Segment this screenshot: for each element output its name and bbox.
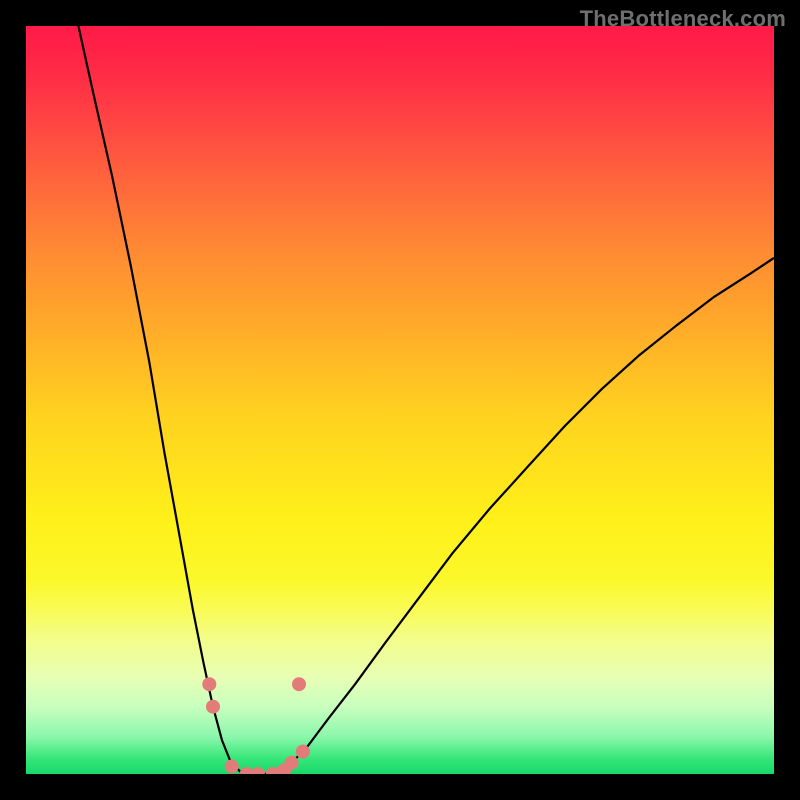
- watermark-text: TheBottleneck.com: [580, 6, 786, 32]
- data-marker: [285, 756, 299, 770]
- data-marker: [296, 745, 310, 759]
- data-marker: [292, 677, 306, 691]
- data-marker: [251, 767, 265, 774]
- chart-svg: [26, 26, 774, 774]
- bottleneck-curve: [78, 26, 774, 774]
- plot-area: [26, 26, 774, 774]
- data-marker: [225, 760, 239, 774]
- data-marker: [202, 677, 216, 691]
- data-marker: [206, 700, 220, 714]
- chart-frame: TheBottleneck.com: [0, 0, 800, 800]
